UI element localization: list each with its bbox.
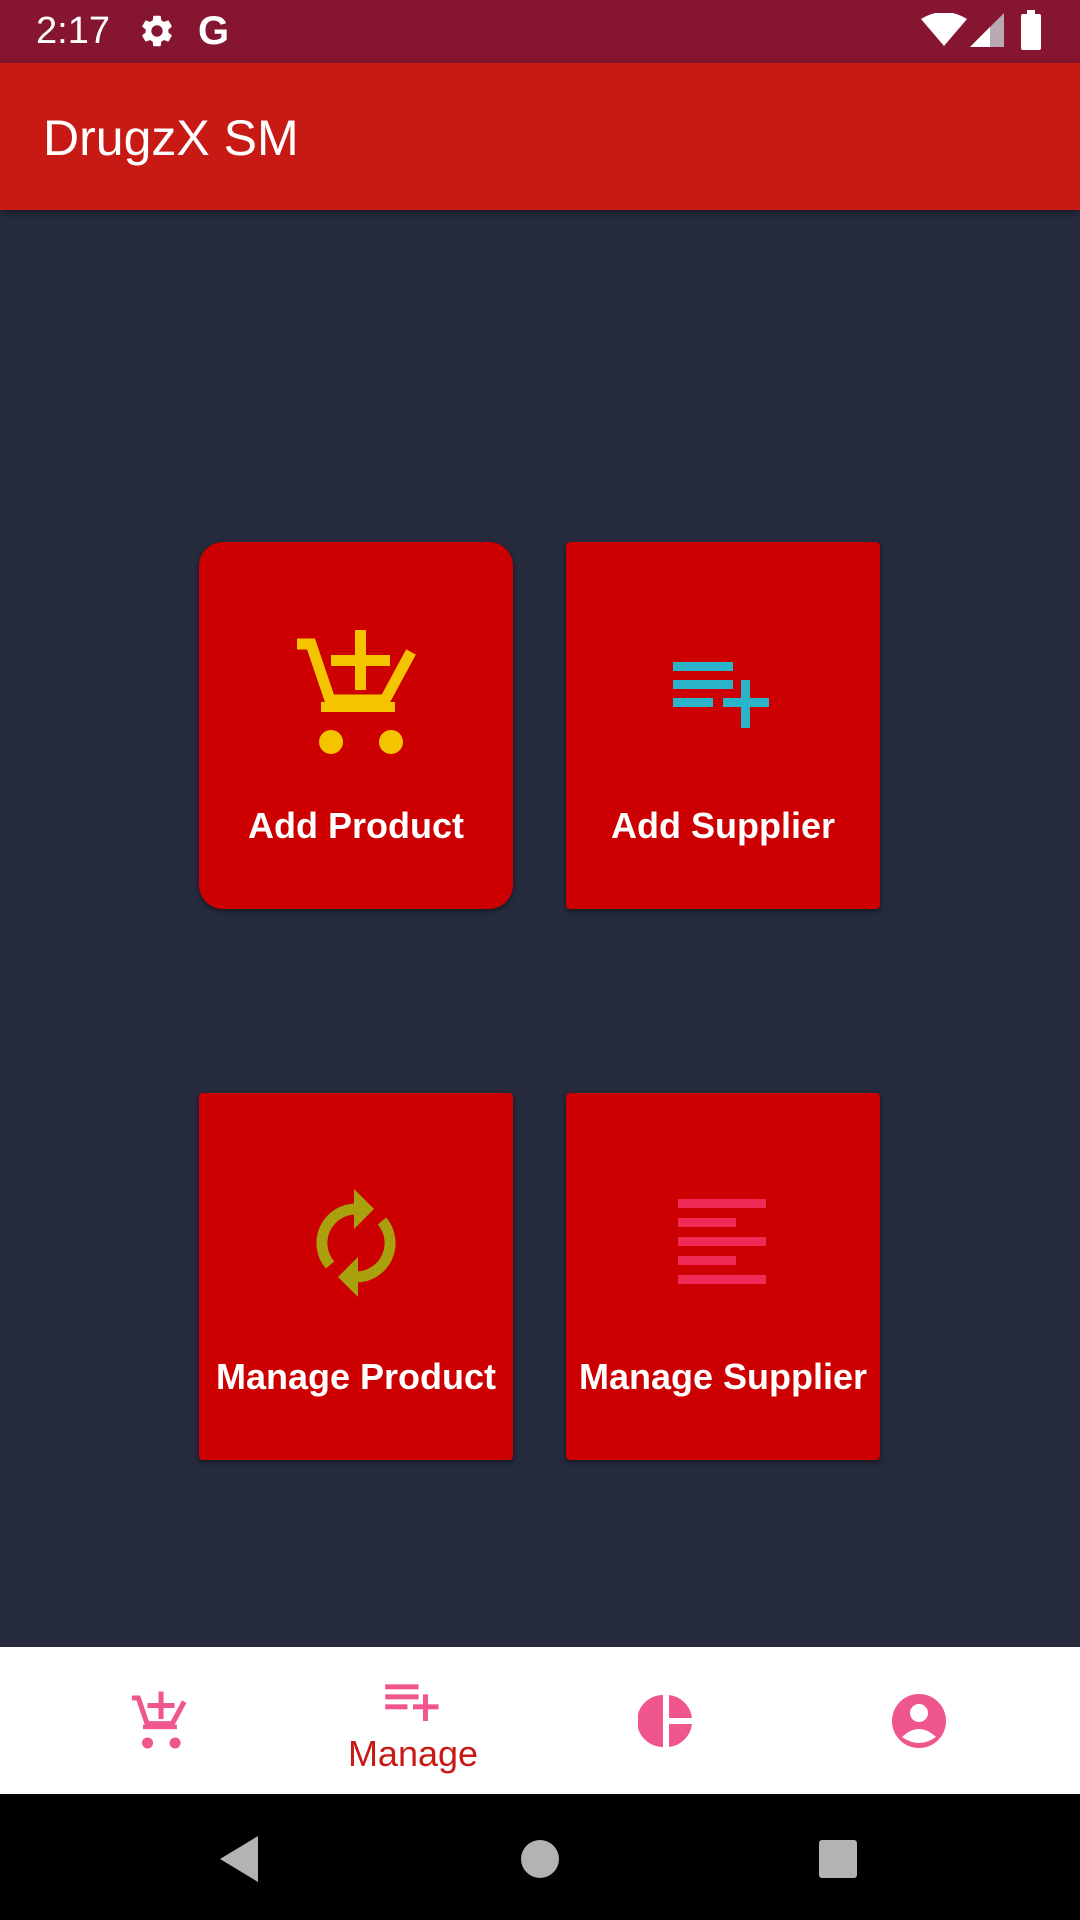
playlist-add-icon (385, 1681, 441, 1726)
manage-product-button[interactable]: Manage Product (199, 1093, 513, 1460)
home-icon[interactable] (505, 1824, 575, 1894)
app-bar: DrugzX SM (0, 63, 1080, 210)
status-bar: 2:17 G (0, 0, 1080, 63)
tile-label: Manage Product (215, 1356, 497, 1397)
nav-label-manage: Manage (347, 1733, 479, 1774)
nav-item-reports[interactable] (541, 1647, 791, 1794)
svg-text:G: G (198, 9, 229, 52)
nav-item-add-product[interactable] (34, 1647, 284, 1794)
playlist-add-icon (566, 622, 880, 762)
nav-item-manage[interactable]: Manage (288, 1647, 538, 1794)
cart-plus-icon (131, 1691, 187, 1754)
sync-icon (199, 1173, 513, 1313)
add-supplier-button[interactable]: Add Supplier (566, 542, 880, 909)
add-product-button[interactable]: Add Product (199, 542, 513, 909)
bottom-navigation: Manage (0, 1647, 1080, 1794)
app-title: DrugzX SM (43, 110, 299, 166)
back-icon[interactable] (204, 1824, 274, 1894)
status-time: 2:17 (36, 10, 110, 52)
recents-icon[interactable] (803, 1824, 873, 1894)
tile-label: Add Supplier (611, 805, 835, 846)
tile-label: Add Product (248, 805, 464, 846)
sort-lines-icon (566, 1173, 880, 1313)
battery-icon (1021, 10, 1041, 55)
account-circle-icon (891, 1693, 947, 1754)
tile-label: Manage Supplier (578, 1356, 868, 1397)
nav-item-account[interactable] (794, 1647, 1044, 1794)
gear-icon (138, 12, 176, 55)
cell-signal-icon (970, 13, 1004, 52)
wifi-icon (921, 12, 967, 52)
pie-chart-icon (637, 1693, 694, 1754)
cart-plus-icon (199, 622, 513, 762)
manage-supplier-button[interactable]: Manage Supplier (566, 1093, 880, 1460)
google-g-icon: G (196, 8, 236, 57)
system-navigation-bar (0, 1794, 1080, 1920)
